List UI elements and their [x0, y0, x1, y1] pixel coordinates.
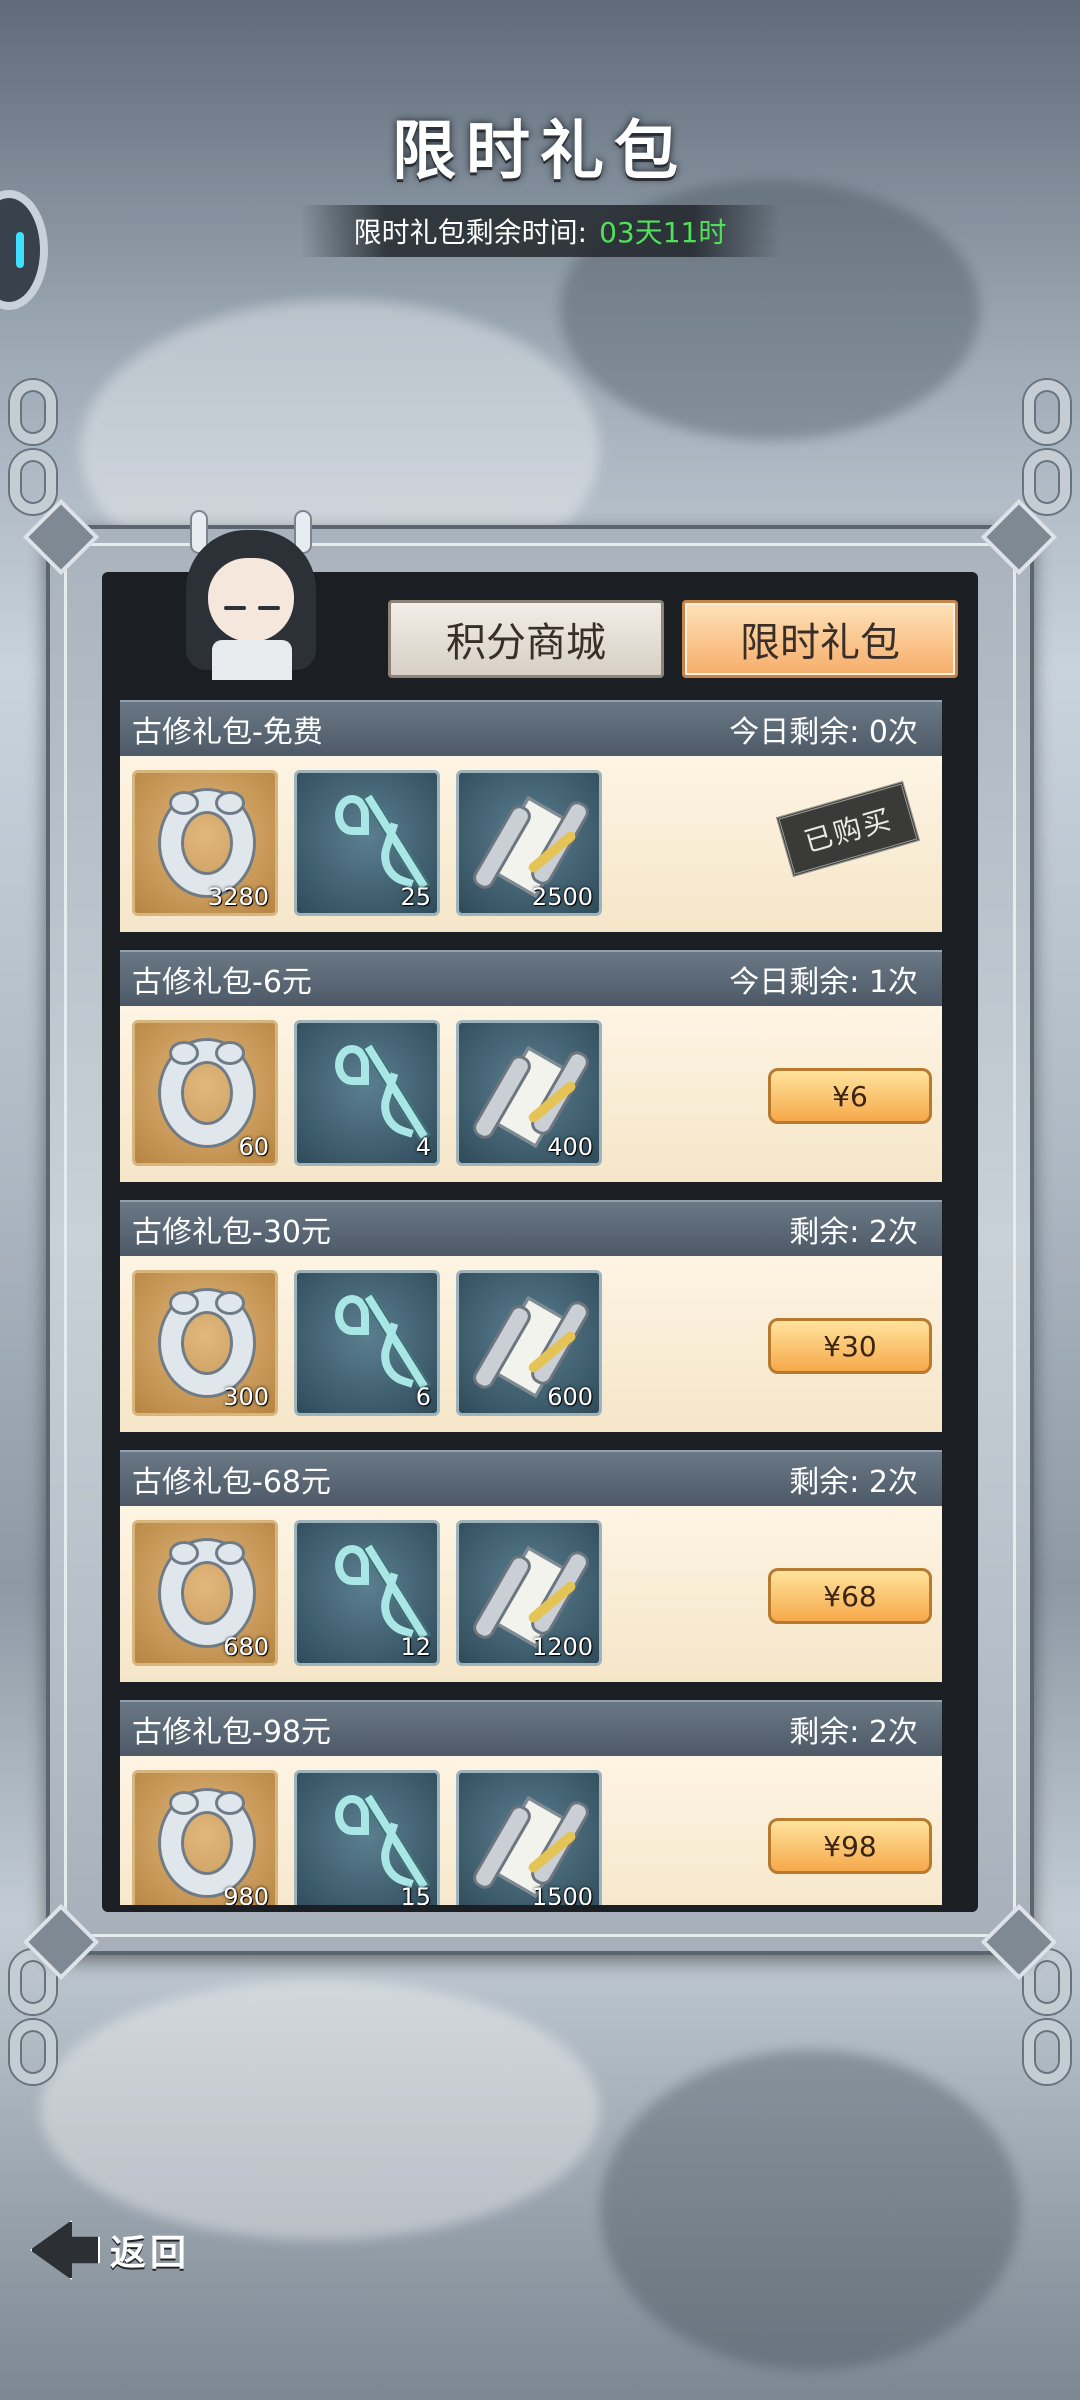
tab-points-shop[interactable]: 积分商城 [388, 600, 664, 678]
ring-icon [161, 1791, 253, 1895]
ring-icon [161, 1541, 253, 1645]
reward-item[interactable]: 400 [456, 1020, 602, 1166]
reward-item[interactable]: 300 [132, 1270, 278, 1416]
pack-items: 3280 25 2500 已购买 [120, 756, 942, 932]
reward-item[interactable]: 1200 [456, 1520, 602, 1666]
pack-list[interactable]: 古修礼包-免费 今日剩余: 0次 3280 25 2500 已购买 古修礼包-6… [120, 700, 942, 1905]
buy-button[interactable]: ¥98 [768, 1818, 932, 1874]
reward-item[interactable]: 4 [294, 1020, 440, 1166]
pack-name: 古修礼包-30元 [132, 1215, 331, 1250]
scroll-icon [469, 795, 593, 898]
ring-icon [161, 1291, 253, 1395]
pack-items: 60 4 400 ¥6 [120, 1006, 942, 1182]
page-title: 限时礼包 [392, 114, 688, 189]
ring-icon [161, 791, 253, 895]
scroll-icon [469, 1295, 593, 1398]
tab-limited-packs[interactable]: 限时礼包 [682, 600, 958, 678]
buy-button[interactable]: ¥30 [768, 1318, 932, 1374]
item-quantity: 600 [547, 1383, 593, 1411]
pack-items: 980 15 1500 ¥98 [120, 1756, 942, 1905]
ring-icon [161, 1041, 253, 1145]
buy-button[interactable]: ¥6 [768, 1068, 932, 1124]
reward-item[interactable]: 3280 [132, 770, 278, 916]
purchased-stamp: 已购买 [776, 781, 920, 877]
pack-card: 古修礼包-98元 剩余: 2次 980 15 1500 ¥98 [120, 1700, 942, 1905]
back-button[interactable]: 返回 [30, 2210, 220, 2290]
item-quantity: 15 [400, 1883, 431, 1905]
pack-header: 古修礼包-免费 今日剩余: 0次 [120, 700, 942, 756]
background-cloud [40, 1980, 600, 2240]
pack-card: 古修礼包-免费 今日剩余: 0次 3280 25 2500 已购买 [120, 700, 942, 932]
pack-name: 古修礼包-98元 [132, 1715, 331, 1750]
reward-item[interactable]: 6 [294, 1270, 440, 1416]
pack-card: 古修礼包-68元 剩余: 2次 680 12 1200 ¥68 [120, 1450, 942, 1682]
pack-remaining: 今日剩余: 0次 [729, 715, 918, 750]
pack-header: 古修礼包-68元 剩余: 2次 [120, 1450, 942, 1506]
pack-remaining: 今日剩余: 1次 [729, 965, 918, 1000]
chain-right-bottom [1024, 1950, 1070, 2084]
item-quantity: 6 [415, 1383, 431, 1411]
reward-item[interactable]: 25 [294, 770, 440, 916]
item-quantity: 3280 [207, 883, 269, 911]
reward-item[interactable]: 600 [456, 1270, 602, 1416]
chain-left-bottom [10, 1950, 56, 2084]
item-quantity: 980 [223, 1883, 269, 1905]
item-quantity: 680 [223, 1633, 269, 1661]
side-menu-handle[interactable] [0, 190, 48, 310]
pack-name: 古修礼包-免费 [132, 715, 323, 750]
pack-card: 古修礼包-30元 剩余: 2次 300 6 600 ¥30 [120, 1200, 942, 1432]
item-quantity: 60 [238, 1133, 269, 1161]
reward-item[interactable]: 60 [132, 1020, 278, 1166]
pack-name: 古修礼包-68元 [132, 1465, 331, 1500]
back-arrow-icon [30, 2220, 100, 2280]
countdown-bar: 限时礼包剩余时间: 03天11时 [300, 205, 780, 257]
chain-right-top [1024, 380, 1070, 514]
back-label: 返回 [110, 2232, 191, 2274]
item-quantity: 25 [400, 883, 431, 911]
countdown-value: 03天11时 [599, 216, 727, 249]
countdown-label: 限时礼包剩余时间: [353, 216, 588, 249]
pack-remaining: 剩余: 2次 [789, 1465, 918, 1500]
reward-item[interactable]: 1500 [456, 1770, 602, 1905]
item-quantity: 1200 [531, 1633, 593, 1661]
reward-item[interactable]: 12 [294, 1520, 440, 1666]
pack-items: 680 12 1200 ¥68 [120, 1506, 942, 1682]
whip-icon [317, 1287, 431, 1403]
pack-header: 古修礼包-6元 今日剩余: 1次 [120, 950, 942, 1006]
background-cloud [600, 2050, 1020, 2370]
reward-item[interactable]: 680 [132, 1520, 278, 1666]
scroll-icon [469, 1795, 593, 1898]
item-quantity: 1500 [531, 1883, 593, 1905]
reward-item[interactable]: 15 [294, 1770, 440, 1905]
pack-header: 古修礼包-30元 剩余: 2次 [120, 1200, 942, 1256]
item-quantity: 4 [415, 1133, 431, 1161]
pack-remaining: 剩余: 2次 [789, 1715, 918, 1750]
reward-item[interactable]: 980 [132, 1770, 278, 1905]
item-quantity: 12 [400, 1633, 431, 1661]
scroll-icon [469, 1545, 593, 1648]
pack-remaining: 剩余: 2次 [789, 1215, 918, 1250]
item-quantity: 400 [547, 1133, 593, 1161]
item-quantity: 300 [223, 1383, 269, 1411]
pack-items: 300 6 600 ¥30 [120, 1256, 942, 1432]
pack-name: 古修礼包-6元 [132, 965, 312, 1000]
pack-card: 古修礼包-6元 今日剩余: 1次 60 4 400 ¥6 [120, 950, 942, 1182]
buy-button[interactable]: ¥68 [768, 1568, 932, 1624]
chain-left-top [10, 380, 56, 514]
whip-icon [317, 1037, 431, 1153]
item-quantity: 2500 [531, 883, 593, 911]
pack-header: 古修礼包-98元 剩余: 2次 [120, 1700, 942, 1756]
reward-item[interactable]: 2500 [456, 770, 602, 916]
scroll-icon [469, 1045, 593, 1148]
character-avatar [176, 510, 326, 680]
